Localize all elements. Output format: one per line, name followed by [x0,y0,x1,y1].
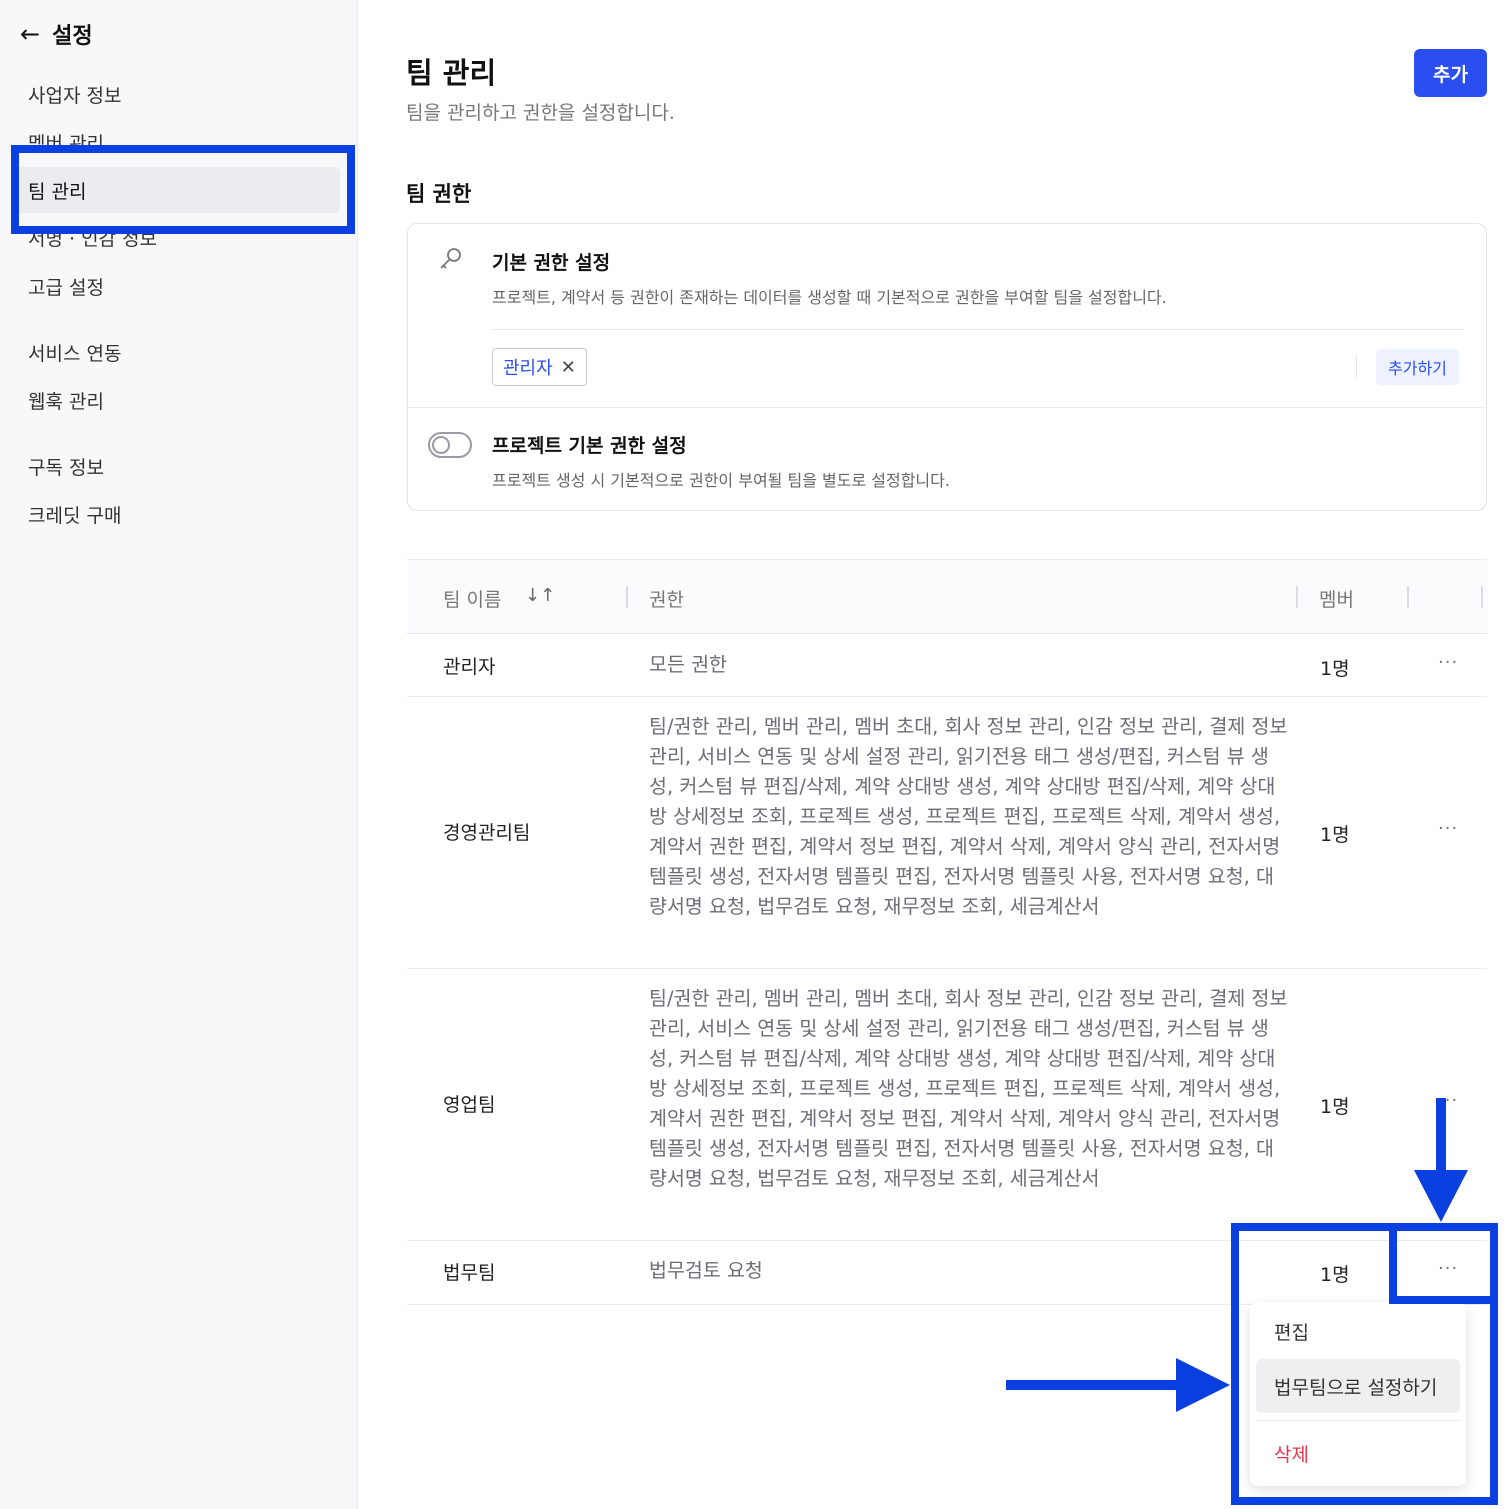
page-subtitle: 팀을 관리하고 권한을 설정합니다. [406,102,675,124]
add-default-team-button[interactable]: 추가하기 [1376,349,1459,385]
key-icon [440,248,461,269]
permission-settings-card: 기본 권한 설정 프로젝트, 계약서 등 권한이 존재하는 데이터를 생성할 때… [407,223,1487,511]
team-name: 법무팀 [443,1262,496,1284]
project-permission-description: 프로젝트 생성 시 기본적으로 권한이 부여될 팀을 별도로 설정합니다. [492,471,950,490]
annotation-highlight-box [1389,1223,1498,1304]
permissions-section-title: 팀 권한 [406,182,472,206]
sort-icon[interactable]: ↓↑ [525,585,555,606]
team-name: 관리자 [443,656,496,678]
row-divider [407,968,1487,969]
team-name: 영업팀 [443,1094,496,1116]
sidebar-item-advanced[interactable]: 고급 설정 [12,263,340,309]
team-chip-label: 관리자 [503,358,553,379]
column-resize-handle[interactable] [626,586,628,608]
more-options-icon[interactable]: ··· [1438,652,1458,673]
column-resize-handle[interactable] [1481,586,1483,608]
down-arrow-icon [1414,1098,1468,1222]
row-divider [407,696,1487,697]
team-member-count: 1명 [1320,824,1350,846]
team-permissions: 팀/권한 관리, 멤버 관리, 멤버 초대, 회사 정보 관리, 인감 정보 관… [649,715,1288,918]
divider [408,407,1486,408]
team-permissions: 법무검토 요청 [649,1259,763,1282]
column-resize-handle[interactable] [1407,586,1409,608]
close-icon[interactable]: ✕ [561,357,576,378]
project-permission-title: 프로젝트 기본 권한 설정 [492,435,687,457]
team-member-count: 1명 [1320,658,1350,680]
column-header-team-name[interactable]: 팀 이름 [443,585,501,612]
sidebar-item-subscription[interactable]: 구독 정보 [12,443,340,489]
project-permission-toggle[interactable] [428,432,472,458]
sidebar-item-integrations[interactable]: 서비스 연동 [12,329,340,375]
team-member-count: 1명 [1320,1096,1350,1118]
sidebar-item-webhooks[interactable]: 웹훅 관리 [12,377,340,423]
column-header-members: 멤버 [1319,589,1354,611]
team-name: 경영관리팀 [443,822,531,844]
default-permission-title: 기본 권한 설정 [492,252,611,274]
column-header-permissions: 권한 [649,589,684,611]
team-permissions: 모든 권한 [649,653,727,676]
default-permission-description: 프로젝트, 계약서 등 권한이 존재하는 데이터를 생성할 때 기본적으로 권한… [492,288,1167,307]
sidebar-title: 설정 [52,24,93,49]
column-resize-handle[interactable] [1296,586,1298,608]
sidebar-item-business-info[interactable]: 사업자 정보 [12,71,340,117]
annotation-highlight-box [11,145,355,234]
team-permissions: 팀/권한 관리, 멤버 관리, 멤버 초대, 회사 정보 관리, 인감 정보 관… [649,987,1288,1190]
page-title: 팀 관리 [406,56,497,90]
divider [492,329,1464,330]
right-arrow-icon [1006,1358,1230,1412]
divider [1356,355,1357,379]
more-options-icon[interactable]: ··· [1438,818,1458,839]
sidebar-header: ← 설정 [20,18,93,50]
toggle-knob [432,436,450,454]
team-chip: 관리자 ✕ [492,348,587,386]
add-team-button[interactable]: 추가 [1414,49,1487,97]
sidebar-item-credits[interactable]: 크레딧 구매 [12,491,340,537]
table-header: 팀 이름 ↓↑ 권한 멤버 [407,559,1487,634]
arrow-left-icon[interactable]: ← [20,22,40,46]
